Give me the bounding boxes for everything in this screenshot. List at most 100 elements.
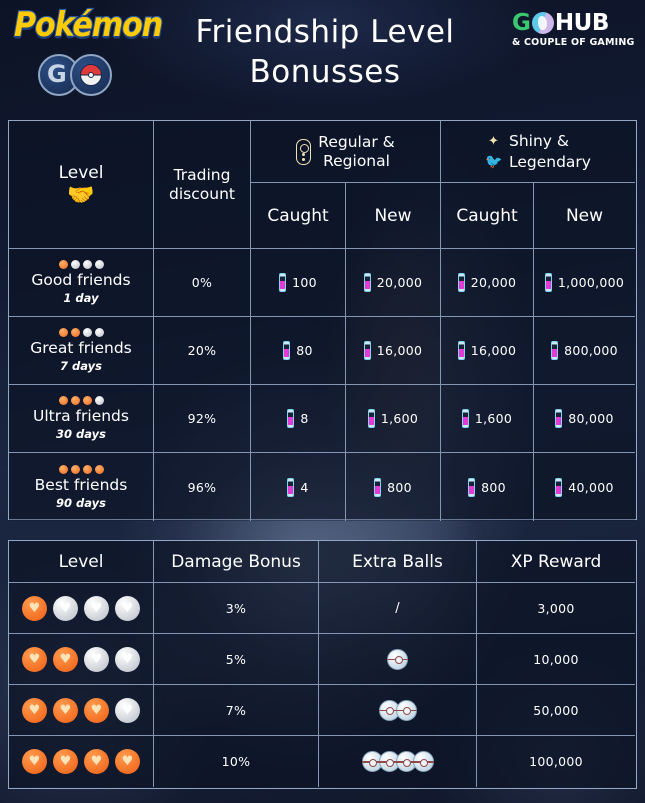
handshake-icon: 🤝 bbox=[67, 182, 95, 208]
shiny-new-value: 800,000 bbox=[564, 343, 618, 358]
table1-cell-shiny-caught: 20,000 bbox=[441, 249, 534, 317]
stardust-icon bbox=[457, 273, 465, 292]
table1-cell-shiny-new: 40,000 bbox=[534, 453, 635, 521]
table1-header-shiny-group: ✦ Shiny & 🐦 Legendary bbox=[485, 132, 591, 172]
heart-badge-icon: ♥ bbox=[22, 697, 47, 723]
table2-cell-xp-reward: 50,000 bbox=[477, 685, 635, 736]
stardust-icon bbox=[296, 138, 312, 165]
go-wordmark: G bbox=[38, 54, 128, 96]
regular-new-value: 1,600 bbox=[380, 411, 419, 426]
heart-dot-icon bbox=[94, 396, 104, 405]
heart-dot-icon bbox=[58, 260, 68, 269]
stardust-icon bbox=[551, 341, 559, 360]
table1-header-trading-line-2: discount bbox=[169, 184, 235, 203]
shiny-caught-value: 16,000 bbox=[470, 343, 517, 358]
friendship-heart-dots bbox=[58, 328, 104, 337]
table1-subheader-shiny-caught: Caught bbox=[441, 183, 534, 249]
friendship-heart-badges: ♥ ♥ ♥ ♥ bbox=[22, 595, 140, 621]
heart-dot-icon bbox=[70, 260, 80, 269]
table1-cell-regular-new: 1,600 bbox=[346, 385, 441, 453]
stardust-value-group: 1,000,000 bbox=[544, 273, 625, 292]
table1-header-regular-regional: Regular & Regional bbox=[251, 121, 441, 183]
table2-header-extra-balls: Extra Balls bbox=[319, 541, 477, 583]
table1-subheader-new-label-2: New bbox=[565, 205, 604, 226]
friendship-heart-dots bbox=[58, 260, 104, 269]
friendship-level-name: Great friends bbox=[30, 339, 132, 357]
heart-dot-icon bbox=[70, 328, 80, 337]
gohub-letter-g: G bbox=[512, 9, 531, 36]
stardust-icon bbox=[555, 409, 563, 428]
trading-discount-value: 0% bbox=[191, 275, 213, 290]
heart-dot-icon bbox=[94, 464, 104, 474]
stardust-value-group: 16,000 bbox=[457, 341, 517, 360]
table1-row-level: Great friends 7 days bbox=[9, 317, 154, 385]
gohub-tagline: & COUPLE OF GAMING bbox=[512, 37, 635, 48]
table1-header-regular-line-1: Regular & bbox=[318, 132, 395, 151]
table1-row-level: Best friends 90 days bbox=[9, 453, 154, 521]
stardust-value-group: 1,600 bbox=[367, 409, 419, 428]
table1-cell-shiny-caught: 800 bbox=[441, 453, 534, 521]
table2-cell-damage-bonus: 7% bbox=[154, 685, 319, 736]
stardust-icon bbox=[457, 341, 465, 360]
heart-badge-icon: ♥ bbox=[84, 749, 109, 774]
heart-badge-icon: ♥ bbox=[22, 595, 47, 621]
heart-badge-icon: ♥ bbox=[53, 646, 78, 672]
extra-balls-group bbox=[361, 751, 434, 772]
pokeball-icon bbox=[387, 648, 408, 670]
heart-badge-icon: ♥ bbox=[53, 749, 78, 774]
heart-badge-icon: ♥ bbox=[115, 646, 140, 672]
stardust-icon bbox=[544, 273, 552, 292]
table1-header-shiny-row-2: 🐦 Legendary bbox=[485, 153, 591, 172]
table1-header-regular-line-2: Regional bbox=[323, 151, 390, 170]
table1-subheader-regular-new: New bbox=[346, 183, 441, 249]
heart-badge-icon: ♥ bbox=[84, 697, 109, 723]
heart-dot-icon bbox=[82, 464, 92, 474]
shiny-new-value: 1,000,000 bbox=[557, 275, 625, 290]
friendship-heart-badges: ♥ ♥ ♥ ♥ bbox=[22, 697, 140, 723]
regular-new-value: 16,000 bbox=[376, 343, 423, 358]
table2-cell-damage-bonus: 5% bbox=[154, 634, 319, 685]
friendship-level-duration: 7 days bbox=[60, 359, 102, 373]
bonus-effects-table: Level Damage Bonus Extra Balls XP Reward… bbox=[8, 540, 637, 789]
table1-header-level-label: Level bbox=[58, 162, 104, 183]
heart-dot-icon bbox=[82, 396, 92, 405]
table1-cell-shiny-new: 800,000 bbox=[534, 317, 635, 385]
table1-cell-trading-discount: 92% bbox=[154, 385, 251, 453]
pokemon-go-logo: Pokémon G bbox=[10, 5, 164, 102]
heart-dot-icon bbox=[94, 328, 104, 337]
table2-cell-extra-balls: / bbox=[319, 583, 477, 634]
table1-cell-shiny-new: 80,000 bbox=[534, 385, 635, 453]
friendship-heart-dots bbox=[58, 396, 104, 405]
stardust-icon bbox=[287, 477, 295, 497]
table2-cell-damage-bonus: 10% bbox=[154, 736, 319, 787]
stardust-icon bbox=[367, 409, 375, 428]
heart-dot-icon bbox=[58, 396, 68, 405]
extra-balls-group bbox=[387, 648, 408, 670]
regular-caught-value: 4 bbox=[300, 479, 309, 495]
stardust-value-group: 16,000 bbox=[363, 341, 423, 360]
stardust-icon bbox=[461, 409, 469, 428]
damage-bonus-value: 5% bbox=[225, 651, 247, 667]
xp-reward-value: 50,000 bbox=[533, 702, 579, 718]
stardust-icon bbox=[555, 477, 563, 497]
table1-subheader-caught-label-2: Caught bbox=[456, 205, 518, 226]
table1-cell-regular-caught: 80 bbox=[251, 317, 346, 385]
table1-cell-shiny-caught: 16,000 bbox=[441, 317, 534, 385]
stardust-value-group: 100 bbox=[279, 273, 317, 292]
table1-cell-regular-caught: 4 bbox=[251, 453, 346, 521]
table1-subheader-regular-caught: Caught bbox=[251, 183, 346, 249]
page-title: Friendship Level Bonusses bbox=[160, 12, 490, 92]
heart-dot-icon bbox=[82, 328, 92, 337]
gohub-letters-hub: HUB bbox=[554, 9, 609, 36]
friendship-heart-dots bbox=[58, 464, 104, 474]
stardust-icon bbox=[468, 477, 476, 497]
table2-row-level: ♥ ♥ ♥ ♥ bbox=[9, 685, 154, 736]
table1-cell-trading-discount: 20% bbox=[154, 317, 251, 385]
stardust-value-group: 80,000 bbox=[555, 409, 614, 428]
table1-cell-regular-new: 800 bbox=[346, 453, 441, 521]
stardust-icon bbox=[279, 273, 287, 292]
friendship-bonus-table: Level 🤝 Trading discount Regular & Regio… bbox=[8, 120, 637, 521]
table1-subheader-new-label-1: New bbox=[374, 205, 412, 226]
stardust-value-group: 20,000 bbox=[457, 273, 517, 292]
heart-badge-icon: ♥ bbox=[84, 595, 109, 621]
